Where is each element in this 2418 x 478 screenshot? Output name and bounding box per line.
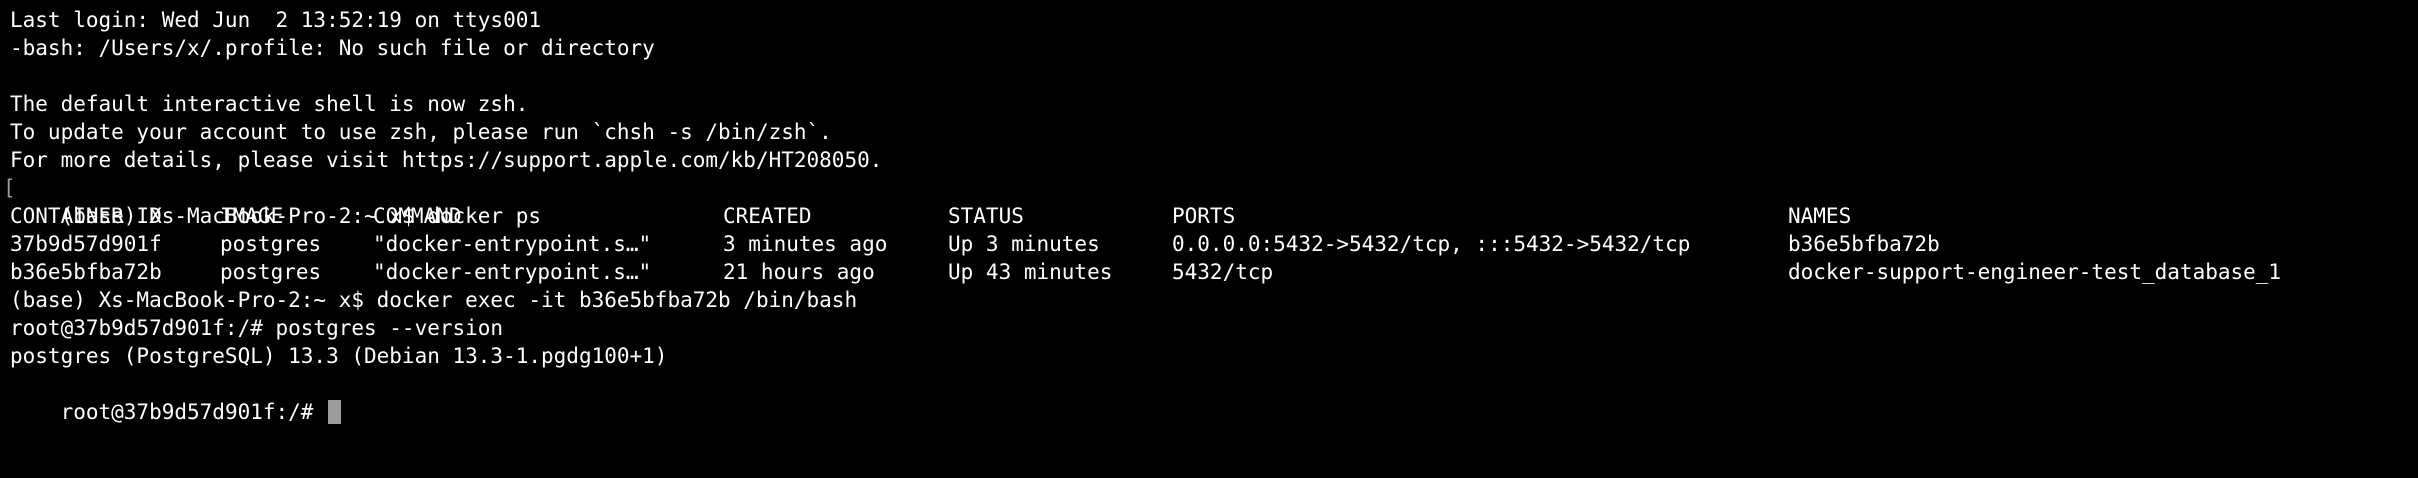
- table-row: b36e5bfba72b postgres "docker-entrypoint…: [10, 258, 2418, 286]
- command-mark-glyph: [: [3, 176, 16, 200]
- header-container-id: CONTAINER ID: [10, 204, 162, 228]
- zsh-notice-line: The default interactive shell is now zsh…: [10, 92, 529, 116]
- row1-command: "docker-entrypoint.s…": [373, 232, 652, 256]
- row2-created: 21 hours ago: [723, 260, 875, 284]
- header-status: STATUS: [948, 204, 1024, 228]
- row2-image: postgres: [220, 260, 322, 284]
- zsh-update-line: To update your account to use zsh, pleas…: [10, 120, 832, 144]
- postgres-version-output-line: postgres (PostgreSQL) 13.3 (Debian 13.3-…: [10, 344, 668, 368]
- postgres-version-command-line: root@37b9d57d901f:/# postgres --version: [10, 316, 504, 340]
- header-image: IMAGE: [220, 204, 284, 228]
- row2-status: Up 43 minutes: [948, 260, 1113, 284]
- zsh-details-line: For more details, please visit https://s…: [10, 148, 883, 172]
- current-prompt: root@37b9d57d901f:/#: [60, 400, 327, 424]
- header-created: CREATED: [723, 204, 812, 228]
- text-cursor[interactable]: [328, 400, 342, 424]
- row1-created: 3 minutes ago: [723, 232, 888, 256]
- header-command: COMMAND: [373, 204, 462, 228]
- table-row: 37b9d57d901f postgres "docker-entrypoint…: [10, 230, 2418, 258]
- row2-command: "docker-entrypoint.s…": [373, 260, 652, 284]
- row1-ports: 0.0.0.0:5432->5432/tcp, :::5432->5432/tc…: [1172, 232, 1691, 256]
- row2-names: docker-support-engineer-test_database_1: [1788, 260, 2282, 284]
- docker-exec-command-line: (base) Xs-MacBook-Pro-2:~ x$ docker exec…: [10, 288, 858, 312]
- ps-table-header: CONTAINER ID IMAGE COMMAND CREATED STATU…: [10, 202, 2418, 230]
- terminal-window[interactable]: Last login: Wed Jun 2 13:52:19 on ttys00…: [0, 0, 2418, 478]
- row2-container-id: b36e5bfba72b: [10, 260, 162, 284]
- header-ports: PORTS: [1172, 204, 1236, 228]
- login-line: Last login: Wed Jun 2 13:52:19 on ttys00…: [10, 8, 542, 32]
- row1-image: postgres: [220, 232, 322, 256]
- row1-names: b36e5bfba72b: [1788, 232, 1940, 256]
- profile-error-line: -bash: /Users/x/.profile: No such file o…: [10, 36, 655, 60]
- docker-ps-command-line: [(base) Xs-MacBook-Pro-2:~ x$ docker ps: [3, 174, 2418, 228]
- row1-container-id: 37b9d57d901f: [10, 232, 162, 256]
- row2-ports: 5432/tcp: [1172, 260, 1274, 284]
- row1-status: Up 3 minutes: [948, 232, 1100, 256]
- current-prompt-line[interactable]: root@37b9d57d901f:/#: [10, 370, 2418, 424]
- header-names: NAMES: [1788, 204, 1852, 228]
